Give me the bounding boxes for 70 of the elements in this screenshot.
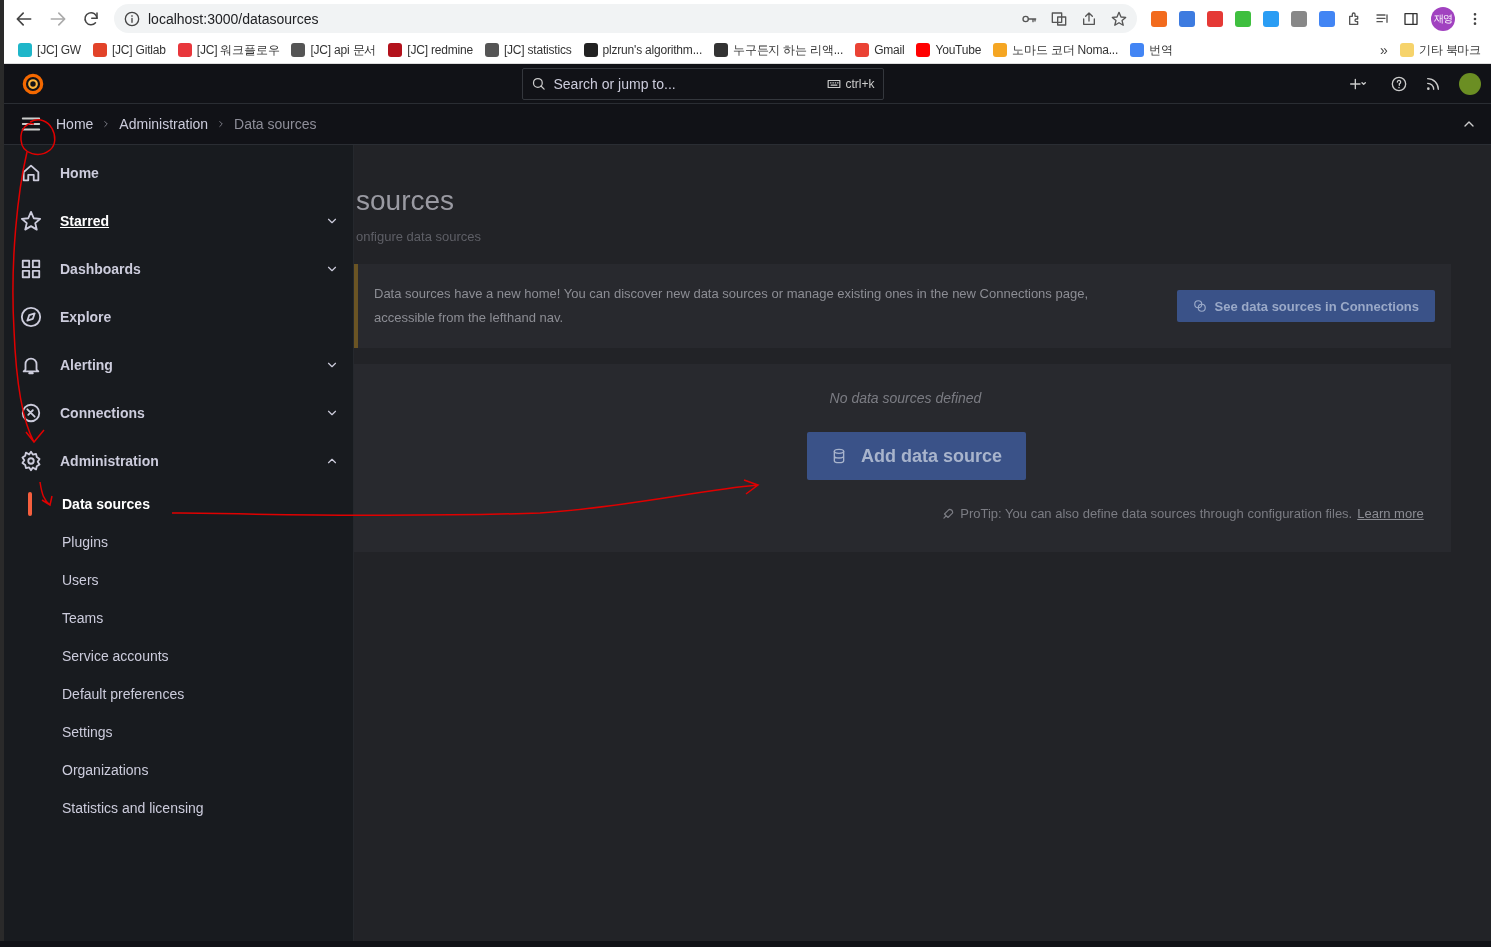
empty-message: No data sources defined: [829, 390, 982, 406]
address-bar[interactable]: localhost:3000/datasources: [114, 4, 1137, 33]
nav-subitem[interactable]: Organizations: [4, 751, 353, 789]
page-title: sources: [356, 185, 456, 217]
bookmark-link[interactable]: [JC] GW: [18, 43, 81, 57]
bookmark-link[interactable]: [JC] Gitlab: [92, 43, 166, 57]
reload-icon[interactable]: [82, 9, 100, 28]
bookmark-link[interactable]: 번역: [1130, 41, 1173, 59]
nav-subitem[interactable]: Settings: [4, 713, 353, 751]
bookmark-link[interactable]: Gmail: [855, 43, 905, 57]
bookmark-link[interactable]: [JC] redmine: [388, 43, 473, 57]
breadcrumb-link[interactable]: Administration: [119, 116, 209, 132]
info-icon: [124, 10, 140, 27]
side-panel-icon[interactable]: [1403, 10, 1419, 27]
protip-text: ProTip: You can also define data sources through configuration files.: [960, 506, 1353, 521]
extension-icon[interactable]: [1207, 10, 1223, 27]
nav-subitem[interactable]: Service accounts: [4, 637, 353, 675]
extension-icon[interactable]: [1319, 10, 1335, 27]
nav-item[interactable]: Administration: [4, 437, 353, 485]
compass-icon: [20, 306, 42, 328]
banner-text: Data sources have a new home! You can discover new data sources or manage existing ones in the new Connections page, accessible from the lefthand nav.: [374, 285, 1089, 327]
bookmark-link[interactable]: YouTube: [916, 43, 982, 57]
rss-icon[interactable]: [1425, 75, 1441, 92]
learn-more-link[interactable]: Learn more: [1357, 506, 1424, 521]
bookmark-link[interactable]: 누구든지 하는 리액...: [714, 41, 844, 59]
nav-item[interactable]: Home: [4, 149, 353, 197]
nav-subitem[interactable]: Teams: [4, 599, 353, 637]
nav-subitem[interactable]: Default preferences: [4, 675, 353, 713]
page-subtitle: onfigure data sources: [356, 229, 483, 244]
home-icon: [20, 162, 42, 184]
extension-icon[interactable]: [1263, 10, 1279, 27]
breadcrumb-link[interactable]: Home: [56, 116, 94, 132]
nav-item[interactable]: Connections: [4, 389, 353, 437]
shortcut-hint: ctrl+k: [845, 76, 875, 91]
star-icon: [20, 210, 42, 232]
bookmark-folder[interactable]: 기타 북마크: [1399, 41, 1481, 59]
bookmark-link[interactable]: [JC] statistics: [484, 43, 572, 57]
annotation-arrow: [39, 481, 53, 506]
database-icon: [831, 448, 847, 464]
profile-avatar[interactable]: 재영: [1431, 6, 1455, 31]
help-icon[interactable]: [1391, 75, 1407, 92]
connections-icon: [20, 402, 42, 424]
nav-subitem[interactable]: Users: [4, 561, 353, 599]
share-icon[interactable]: [1081, 10, 1097, 27]
breadcrumb-link[interactable]: Data sources: [234, 116, 317, 132]
bookmark-link[interactable]: plzrun's algorithm...: [583, 43, 703, 57]
nav-subitem[interactable]: Statistics and licensing: [4, 789, 353, 827]
user-avatar[interactable]: [1459, 72, 1481, 95]
search-input[interactable]: Search or jump to...: [551, 74, 822, 93]
star-icon[interactable]: [1111, 10, 1127, 27]
more-bookmarks-button[interactable]: »: [1380, 42, 1388, 58]
nav-item[interactable]: Starred: [4, 197, 353, 245]
grid-icon: [20, 258, 42, 280]
bookmark-link[interactable]: 노마드 코더 Noma...: [993, 41, 1119, 59]
nav-item[interactable]: Explore: [4, 293, 353, 341]
search-icon: [530, 76, 546, 91]
nav-item[interactable]: Dashboards: [4, 245, 353, 293]
extension-icon[interactable]: [1291, 10, 1307, 27]
bookmark-link[interactable]: [JC] 워크플로우: [177, 41, 280, 59]
nav-subitem[interactable]: Plugins: [4, 523, 353, 561]
link-icon: [1192, 299, 1207, 313]
nav-subitem[interactable]: Data sources: [4, 485, 353, 523]
extension-icon[interactable]: [1179, 10, 1195, 27]
search-field[interactable]: Search or jump to... ctrl+k: [521, 67, 884, 100]
translate-icon[interactable]: [1051, 10, 1067, 27]
extension-icon[interactable]: [1151, 10, 1167, 27]
nav-item[interactable]: Alerting: [4, 341, 353, 389]
add-data-source-button[interactable]: Add data source: [807, 432, 1026, 480]
bookmark-link[interactable]: [JC] api 문서: [291, 41, 377, 59]
settings-icon: [20, 450, 42, 472]
